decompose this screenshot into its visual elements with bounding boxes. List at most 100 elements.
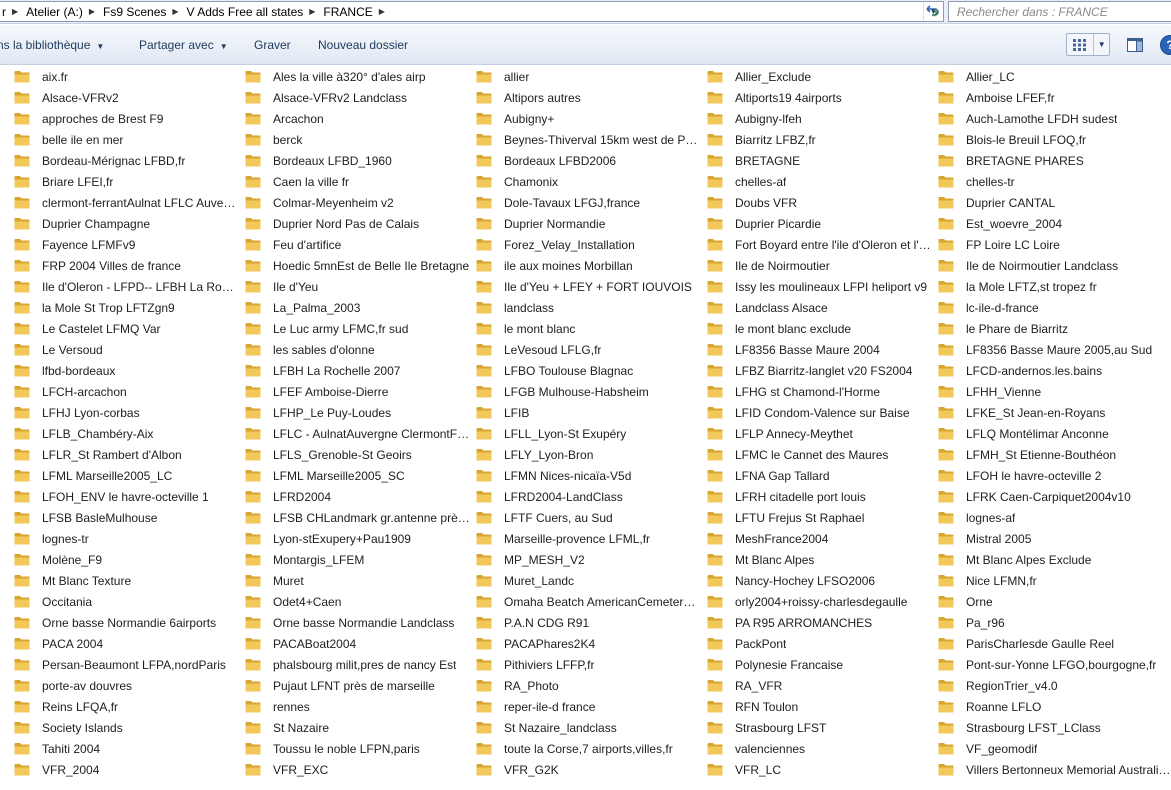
folder-item[interactable]: BRETAGNE PHARES [938,150,1171,171]
folder-item[interactable]: Hoedic 5mnEst de Belle Ile Bretagne [245,255,470,276]
folder-item[interactable]: BRETAGNE [707,150,932,171]
folder-item[interactable]: LFSB CHLandmark gr.antenne près de [245,507,470,528]
folder-item[interactable]: Orne [938,591,1171,612]
folder-item[interactable]: St Nazaire_landclass [476,717,701,738]
folder-item[interactable]: LFGB Mulhouse-Habsheim [476,381,701,402]
folder-item[interactable]: aix.fr [14,66,239,87]
refresh-button[interactable] [920,1,943,21]
folder-item[interactable]: Ile de Noirmoutier [707,255,932,276]
folder-item[interactable]: Amboise LFEF,fr [938,87,1171,108]
folder-item[interactable]: Lyon-stExupery+Pau1909 [245,528,470,549]
folder-item[interactable]: LFML Marseille2005_SC [245,465,470,486]
folder-item[interactable]: le mont blanc [476,318,701,339]
folder-item[interactable]: Arcachon [245,108,470,129]
folder-item[interactable]: Ile de Noirmoutier Landclass [938,255,1171,276]
chevron-right-icon[interactable]: ▶ [85,7,99,16]
address-bar[interactable]: r ▶ Atelier (A:) ▶ Fs9 Scenes ▶ V Adds Free al… [0,1,944,22]
folder-item[interactable]: P.A.N CDG R91 [476,612,701,633]
folder-item[interactable]: Mt Blanc Alpes [707,549,932,570]
folder-item[interactable]: FRP 2004 Villes de france [14,255,239,276]
folder-item[interactable]: LFLC - AulnatAuvergne ClermontFerrand [245,423,470,444]
folder-item[interactable]: Landclass Alsace [707,297,932,318]
breadcrumb-item[interactable]: r [0,5,8,19]
folder-item[interactable]: Alsace-VFRv2 [14,87,239,108]
folder-item[interactable]: lfbd-bordeaux [14,360,239,381]
folder-item[interactable]: Persan-Beaumont LFPA,nordParis [14,654,239,675]
folder-item[interactable]: la Mole LFTZ,st tropez fr [938,276,1171,297]
search-input[interactable] [949,2,1171,21]
folder-item[interactable]: LFOH_ENV le havre-octeville 1 [14,486,239,507]
folder-item[interactable]: Le Luc army LFMC,fr sud [245,318,470,339]
folder-item[interactable]: LFMC le Cannet des Maures [707,444,932,465]
folder-item[interactable]: rennes [245,696,470,717]
folder-item[interactable]: berck [245,129,470,150]
share-with-button[interactable]: Partager avec ▼ [139,38,228,52]
folder-item[interactable]: orly2004+roissy-charlesdegaulle [707,591,932,612]
folder-item[interactable]: LFHJ Lyon-corbas [14,402,239,423]
folder-item[interactable]: Blois-le Breuil LFOQ,fr [938,129,1171,150]
folder-item[interactable]: Occitania [14,591,239,612]
folder-item[interactable]: landclass [476,297,701,318]
folder-item[interactable]: lc-ile-d-france [938,297,1171,318]
folder-item[interactable]: LFMH_St Etienne-Bouthéon [938,444,1171,465]
folder-item[interactable]: Duprier Normandie [476,213,701,234]
folder-item[interactable]: LFOH le havre-octeville 2 [938,465,1171,486]
folder-item[interactable]: PACABoat2004 [245,633,470,654]
folder-item[interactable]: Omaha Beatch AmericanCemetery Memorial [476,591,701,612]
folder-item[interactable]: chelles-af [707,171,932,192]
folder-item[interactable]: Auch-Lamothe LFDH sudest [938,108,1171,129]
folder-item[interactable]: Allier_Exclude [707,66,932,87]
folder-item[interactable]: clermont-ferrantAulnat LFLC Auvergne [14,192,239,213]
folder-item[interactable]: Marseille-provence LFML,fr [476,528,701,549]
folder-item[interactable]: Ile d'Yeu + LFEY + FORT IOUVOIS [476,276,701,297]
folder-item[interactable]: LF8356 Basse Maure 2005,au Sud [938,339,1171,360]
folder-item[interactable]: LFBZ Biarritz-langlet v20 FS2004 [707,360,932,381]
folder-item[interactable]: PACAPhares2K4 [476,633,701,654]
folder-item[interactable]: VFR_LC [707,759,932,780]
folder-item[interactable]: Fayence LFMFv9 [14,234,239,255]
folder-item[interactable]: LFML Marseille2005_LC [14,465,239,486]
folder-item[interactable]: Society Islands [14,717,239,738]
folder-item[interactable]: Issy les moulineaux LFPI heliport v9 [707,276,932,297]
folder-item[interactable]: valenciennes [707,738,932,759]
folder-item[interactable]: LFSB BasleMulhouse [14,507,239,528]
folder-item[interactable]: St Nazaire [245,717,470,738]
folder-item[interactable]: VFR_EXC [245,759,470,780]
folder-item[interactable]: Duprier CANTAL [938,192,1171,213]
folder-item[interactable]: Alsace-VFRv2 Landclass [245,87,470,108]
folder-item[interactable]: LFBH La Rochelle 2007 [245,360,470,381]
folder-item[interactable]: LFKE_St Jean-en-Royans [938,402,1171,423]
folder-item[interactable]: Orne basse Normandie Landclass [245,612,470,633]
folder-item[interactable]: VF_geomodif [938,738,1171,759]
folder-item[interactable]: Mt Blanc Texture [14,570,239,591]
new-folder-button[interactable]: Nouveau dossier [318,38,408,52]
folder-item[interactable]: LFHH_Vienne [938,381,1171,402]
folder-item[interactable]: Caen la ville fr [245,171,470,192]
folder-item[interactable]: LFRD2004-LandClass [476,486,701,507]
folder-item[interactable]: Montargis_LFEM [245,549,470,570]
folder-item[interactable]: VFR_2004 [14,759,239,780]
folder-item[interactable]: Strasbourg LFST [707,717,932,738]
folder-item[interactable]: LFBO Toulouse Blagnac [476,360,701,381]
chevron-right-icon[interactable]: ▶ [305,7,319,16]
folder-item[interactable]: porte-av douvres [14,675,239,696]
folder-item[interactable]: LFRH citadelle port louis [707,486,932,507]
folder-item[interactable]: Ile d'Yeu [245,276,470,297]
folder-item[interactable]: LFLB_Chambéry-Aix [14,423,239,444]
folder-item[interactable]: Mistral 2005 [938,528,1171,549]
folder-item[interactable]: Biarritz LFBZ,fr [707,129,932,150]
folder-item[interactable]: LFEF Amboise-Dierre [245,381,470,402]
preview-pane-button[interactable] [1124,34,1146,56]
folder-item[interactable]: LF8356 Basse Maure 2004 [707,339,932,360]
breadcrumb-item[interactable]: FRANCE [319,5,374,19]
folder-item[interactable]: chelles-tr [938,171,1171,192]
folder-item[interactable]: lognes-af [938,507,1171,528]
folder-item[interactable]: Colmar-Meyenheim v2 [245,192,470,213]
folder-item[interactable]: phalsbourg milit,pres de nancy Est [245,654,470,675]
folder-item[interactable]: ParisCharlesde Gaulle Reel [938,633,1171,654]
folder-item[interactable]: Pithiviers LFFP,fr [476,654,701,675]
folder-item[interactable]: Reins LFQA,fr [14,696,239,717]
folder-item[interactable]: Aubigny+ [476,108,701,129]
folder-item[interactable]: FP Loire LC Loire [938,234,1171,255]
folder-item[interactable]: MeshFrance2004 [707,528,932,549]
